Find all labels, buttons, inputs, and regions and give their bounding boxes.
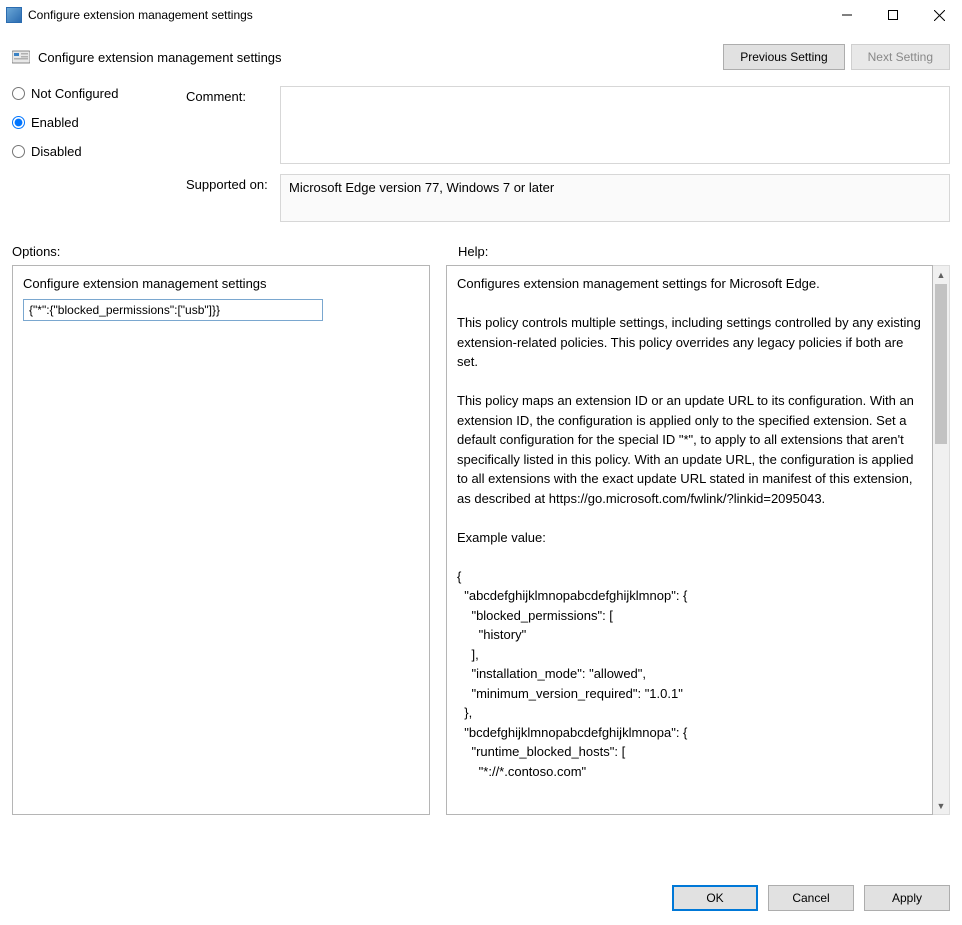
radio-not-configured[interactable]: Not Configured: [12, 86, 182, 101]
radio-enabled-input[interactable]: [12, 116, 25, 129]
radio-not-configured-label: Not Configured: [31, 86, 118, 101]
maximize-button[interactable]: [870, 0, 916, 30]
policy-icon: [12, 49, 30, 65]
options-help-labels: Options: Help:: [0, 222, 962, 265]
help-panel: Configures extension management settings…: [446, 265, 933, 815]
header-row: Configure extension management settings …: [0, 30, 962, 86]
settings-area: Not Configured Enabled Disabled Comment:…: [0, 86, 962, 222]
options-input[interactable]: [23, 299, 323, 321]
options-panel: Configure extension management settings: [12, 265, 430, 815]
options-title: Configure extension management settings: [23, 276, 419, 291]
previous-setting-button[interactable]: Previous Setting: [723, 44, 844, 70]
page-title: Configure extension management settings: [38, 50, 282, 65]
cancel-button[interactable]: Cancel: [768, 885, 854, 911]
options-help-row: Configure extension management settings …: [0, 265, 962, 815]
window-title: Configure extension management settings: [28, 8, 253, 22]
radio-disabled[interactable]: Disabled: [12, 144, 182, 159]
app-icon: [6, 7, 22, 23]
ok-button[interactable]: OK: [672, 885, 758, 911]
radio-not-configured-input[interactable]: [12, 87, 25, 100]
radio-enabled-label: Enabled: [31, 115, 79, 130]
minimize-button[interactable]: [824, 0, 870, 30]
apply-button[interactable]: Apply: [864, 885, 950, 911]
next-setting-button: Next Setting: [851, 44, 950, 70]
titlebar: Configure extension management settings: [0, 0, 962, 30]
radio-enabled[interactable]: Enabled: [12, 115, 182, 130]
scroll-down-icon[interactable]: ▼: [933, 797, 949, 814]
scroll-up-icon[interactable]: ▲: [933, 266, 949, 283]
supported-on-label: Supported on:: [186, 174, 276, 192]
help-label: Help:: [458, 244, 950, 259]
close-button[interactable]: [916, 0, 962, 30]
comment-label: Comment:: [186, 86, 276, 104]
comment-field[interactable]: [280, 86, 950, 164]
options-label: Options:: [12, 244, 430, 259]
radio-disabled-input[interactable]: [12, 145, 25, 158]
footer: OK Cancel Apply: [0, 875, 962, 925]
help-wrap: Configures extension management settings…: [446, 265, 950, 815]
radio-disabled-label: Disabled: [31, 144, 82, 159]
supported-on-field: Microsoft Edge version 77, Windows 7 or …: [280, 174, 950, 222]
help-scrollbar[interactable]: ▲ ▼: [933, 265, 950, 815]
scroll-thumb[interactable]: [935, 284, 947, 444]
state-radio-group: Not Configured Enabled Disabled: [12, 86, 182, 163]
